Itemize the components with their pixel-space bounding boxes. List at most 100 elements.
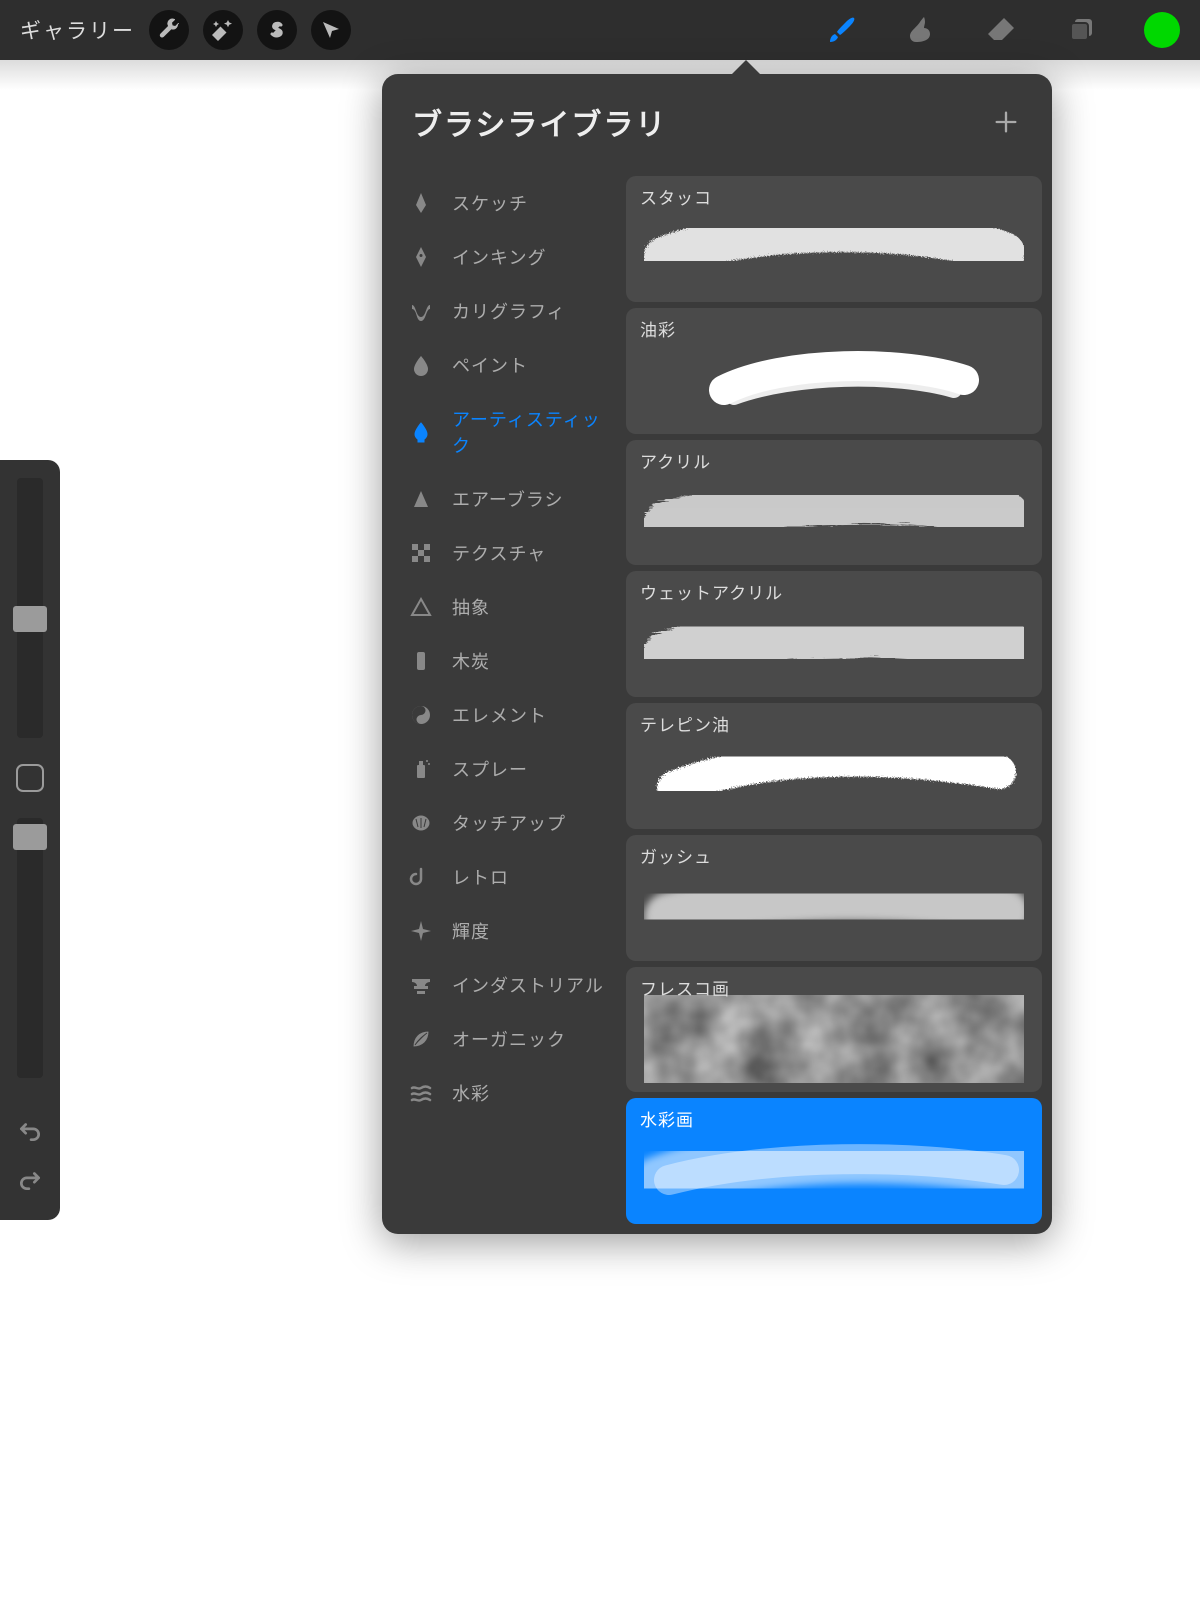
eraser-tool-button[interactable] bbox=[984, 12, 1020, 48]
wand-button[interactable] bbox=[203, 10, 243, 50]
category-item-airbrush[interactable]: エアーブラシ bbox=[382, 472, 622, 526]
category-item-inking[interactable]: インキング bbox=[382, 230, 622, 284]
smudge-tool-button[interactable] bbox=[904, 12, 940, 48]
category-label: レトロ bbox=[452, 864, 509, 890]
category-list: スケッチインキングカリグラフィペイントアーティスティックエアーブラシテクスチャ抽… bbox=[382, 170, 622, 1234]
category-label: ペイント bbox=[452, 352, 528, 378]
top-toolbar: ギャラリー bbox=[0, 0, 1200, 60]
category-item-luminance[interactable]: 輝度 bbox=[382, 904, 622, 958]
category-label: アーティスティック bbox=[452, 406, 604, 458]
category-label: インキング bbox=[452, 244, 546, 270]
category-label: スケッチ bbox=[452, 190, 528, 216]
category-label: 木炭 bbox=[452, 648, 490, 674]
brush-size-thumb[interactable] bbox=[13, 606, 47, 632]
brush-preview bbox=[626, 985, 1042, 1093]
brush-preview bbox=[626, 721, 1042, 829]
redo-button[interactable] bbox=[17, 1167, 43, 1198]
category-item-paint[interactable]: ペイント bbox=[382, 338, 622, 392]
brush-card-watercolor[interactable]: 水彩画 bbox=[626, 1098, 1042, 1224]
category-label: テクスチャ bbox=[452, 540, 546, 566]
cursor-button[interactable] bbox=[311, 10, 351, 50]
category-label: エアーブラシ bbox=[452, 486, 563, 512]
category-item-abstract[interactable]: 抽象 bbox=[382, 580, 622, 634]
layers-icon bbox=[1066, 14, 1098, 46]
brush-preview bbox=[626, 326, 1042, 434]
brush-card-wetacrylic[interactable]: ウェットアクリル bbox=[626, 571, 1042, 697]
retro-icon bbox=[408, 864, 434, 890]
category-item-texture[interactable]: テクスチャ bbox=[382, 526, 622, 580]
brush-card-fresco[interactable]: フレスコ画 bbox=[626, 967, 1042, 1093]
spray-cone-icon bbox=[408, 486, 434, 512]
category-item-calligraphy[interactable]: カリグラフィ bbox=[382, 284, 622, 338]
undo-icon bbox=[17, 1118, 43, 1144]
brush-icon bbox=[826, 14, 858, 46]
brush-opacity-slider[interactable] bbox=[17, 818, 43, 1078]
pencil-icon bbox=[408, 190, 434, 216]
plus-icon bbox=[992, 108, 1020, 136]
brush-preview bbox=[626, 458, 1042, 566]
popover-title: ブラシライブラリ bbox=[412, 100, 667, 144]
category-item-touchup[interactable]: タッチアップ bbox=[382, 796, 622, 850]
category-item-charcoal[interactable]: 木炭 bbox=[382, 634, 622, 688]
select-button[interactable] bbox=[257, 10, 297, 50]
anvil-icon bbox=[408, 972, 434, 998]
brush-list: スタッコ油彩アクリルウェットアクリルテレピン油ガッシュフレスコ画水彩画 bbox=[622, 170, 1052, 1234]
ribbon-icon bbox=[408, 298, 434, 324]
leaf-icon bbox=[408, 1026, 434, 1052]
brush-size-slider[interactable] bbox=[17, 478, 43, 738]
brush-card-acrylic[interactable]: アクリル bbox=[626, 440, 1042, 566]
modify-button[interactable] bbox=[16, 764, 44, 792]
s-icon bbox=[265, 18, 289, 42]
layers-button[interactable] bbox=[1064, 12, 1100, 48]
brush-library-popover: ブラシライブラリ スケッチインキングカリグラフィペイントアーティスティックエアー… bbox=[382, 74, 1052, 1234]
wrench-button[interactable] bbox=[149, 10, 189, 50]
category-item-sketch[interactable]: スケッチ bbox=[382, 176, 622, 230]
drop-icon bbox=[408, 352, 434, 378]
add-brush-button[interactable] bbox=[990, 106, 1022, 138]
category-label: インダストリアル bbox=[452, 972, 604, 998]
category-label: 水彩 bbox=[452, 1080, 490, 1106]
undo-button[interactable] bbox=[17, 1118, 43, 1149]
gallery-button[interactable]: ギャラリー bbox=[20, 15, 135, 45]
cursor-icon bbox=[319, 18, 343, 42]
brush-card-stucco[interactable]: スタッコ bbox=[626, 176, 1042, 302]
category-item-elements[interactable]: エレメント bbox=[382, 688, 622, 742]
category-label: スプレー bbox=[452, 756, 528, 782]
category-label: タッチアップ bbox=[452, 810, 566, 836]
category-label: 抽象 bbox=[452, 594, 490, 620]
stick-icon bbox=[408, 648, 434, 674]
brush-tool-button[interactable] bbox=[824, 12, 860, 48]
category-item-spray[interactable]: スプレー bbox=[382, 742, 622, 796]
top-toolbar-right bbox=[824, 12, 1180, 48]
category-label: 輝度 bbox=[452, 918, 490, 944]
checker-icon bbox=[408, 540, 434, 566]
brush-opacity-thumb[interactable] bbox=[13, 824, 47, 850]
category-item-organic[interactable]: オーガニック bbox=[382, 1012, 622, 1066]
wand-icon bbox=[211, 18, 235, 42]
eraser-icon bbox=[986, 14, 1018, 46]
smudge-icon bbox=[906, 14, 938, 46]
sparkle-icon bbox=[408, 918, 434, 944]
brush-preview bbox=[626, 589, 1042, 697]
shell-icon bbox=[408, 810, 434, 836]
category-item-artistic[interactable]: アーティスティック bbox=[382, 392, 622, 472]
yinyang-icon bbox=[408, 702, 434, 728]
category-label: エレメント bbox=[452, 702, 547, 728]
brush-preview bbox=[626, 1116, 1042, 1224]
brush-card-turpentine[interactable]: テレピン油 bbox=[626, 703, 1042, 829]
category-item-industrial[interactable]: インダストリアル bbox=[382, 958, 622, 1012]
color-chip[interactable] bbox=[1144, 12, 1180, 48]
redo-icon bbox=[17, 1167, 43, 1193]
wrench-icon bbox=[157, 18, 181, 42]
category-label: カリグラフィ bbox=[452, 298, 566, 324]
category-label: オーガニック bbox=[452, 1026, 566, 1052]
brush-preview bbox=[626, 853, 1042, 961]
brush-card-gouache[interactable]: ガッシュ bbox=[626, 835, 1042, 961]
triangle-icon bbox=[408, 594, 434, 620]
popover-header: ブラシライブラリ bbox=[382, 74, 1052, 170]
brush-card-oil[interactable]: 油彩 bbox=[626, 308, 1042, 434]
category-item-water[interactable]: 水彩 bbox=[382, 1066, 622, 1120]
can-icon bbox=[408, 756, 434, 782]
category-item-retro[interactable]: レトロ bbox=[382, 850, 622, 904]
top-toolbar-left: ギャラリー bbox=[20, 10, 351, 50]
